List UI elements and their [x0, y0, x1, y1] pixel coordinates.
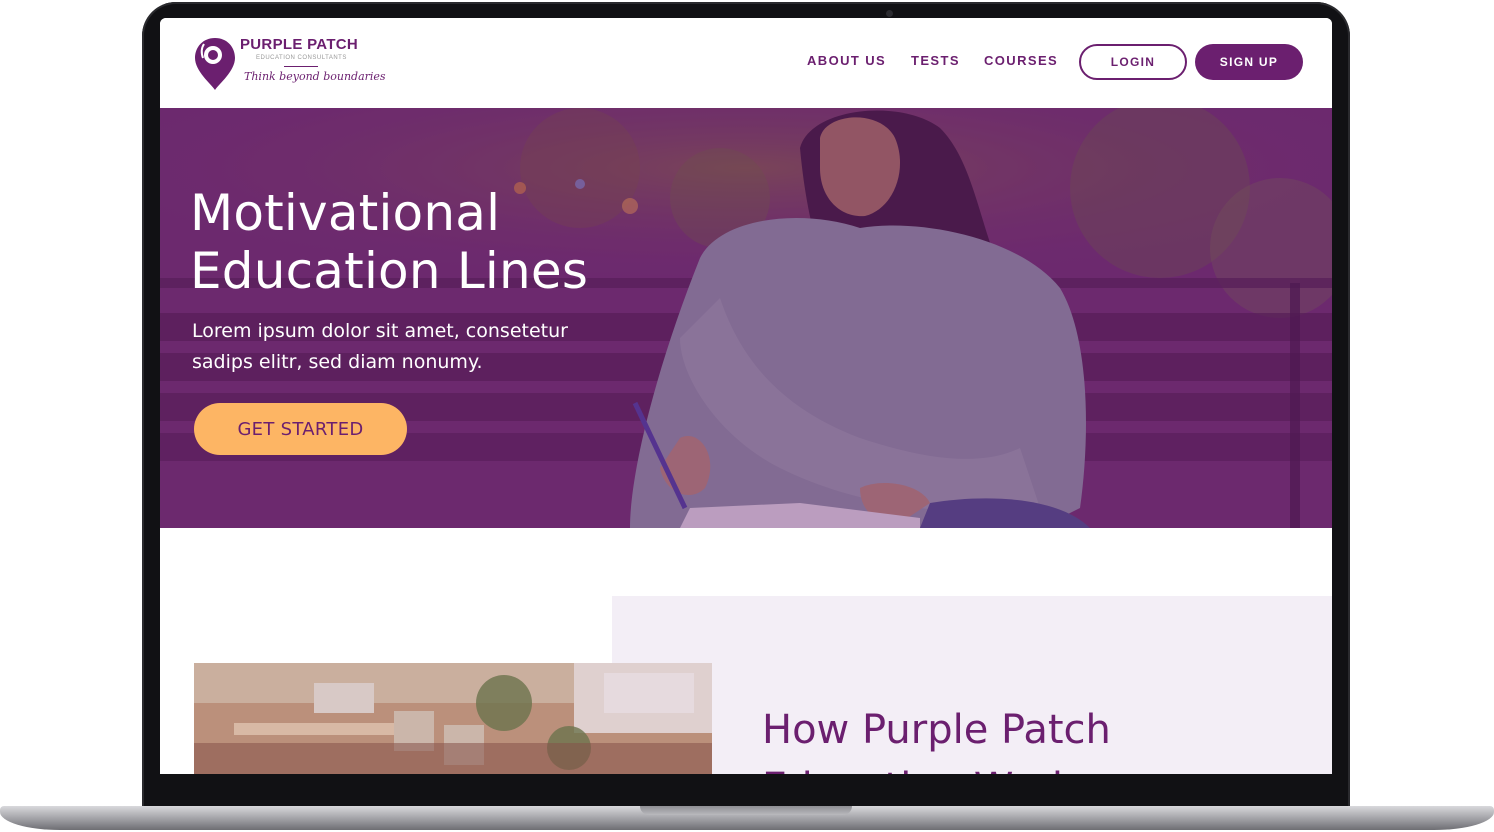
classroom-photo [194, 663, 712, 774]
browser-viewport: PURPLE PATCH EDUCATION CONSULTANTS Think… [160, 18, 1332, 774]
hero-description: Lorem ipsum dolor sit amet, consetetur s… [192, 320, 568, 373]
hero-heading: Motivational Education Lines [190, 184, 588, 300]
brand-subtitle: EDUCATION CONSULTANTS [256, 55, 347, 61]
location-pin-icon [195, 38, 235, 90]
how-it-works-heading-line-2: Education Works [762, 760, 1096, 774]
how-it-works-heading-line-1: How Purple Patch [762, 707, 1111, 753]
get-started-button[interactable]: GET STARTED [194, 403, 407, 455]
sign-up-button[interactable]: SIGN UP [1195, 44, 1303, 80]
hero-banner: Motivational Education Lines Lorem ipsum… [160, 108, 1332, 528]
brand-tagline: Think beyond boundaries [244, 70, 386, 83]
login-button[interactable]: LOGIN [1079, 44, 1187, 80]
hero-heading-line-2: Education Lines [190, 242, 589, 300]
camera-icon [886, 10, 893, 17]
laptop-notch [640, 806, 852, 815]
brand-divider [284, 66, 318, 67]
nav-tests[interactable]: TESTS [911, 53, 960, 71]
brand-name: PURPLE PATCH [240, 36, 359, 53]
nav-courses[interactable]: COURSES [984, 53, 1058, 71]
hero-heading-line-1: Motivational [190, 184, 501, 242]
nav-about-us[interactable]: ABOUT US [807, 53, 886, 71]
brand-logo[interactable]: PURPLE PATCH EDUCATION CONSULTANTS Think… [194, 34, 386, 94]
site-header: PURPLE PATCH EDUCATION CONSULTANTS Think… [160, 18, 1332, 108]
classroom-photo-image [194, 663, 712, 774]
